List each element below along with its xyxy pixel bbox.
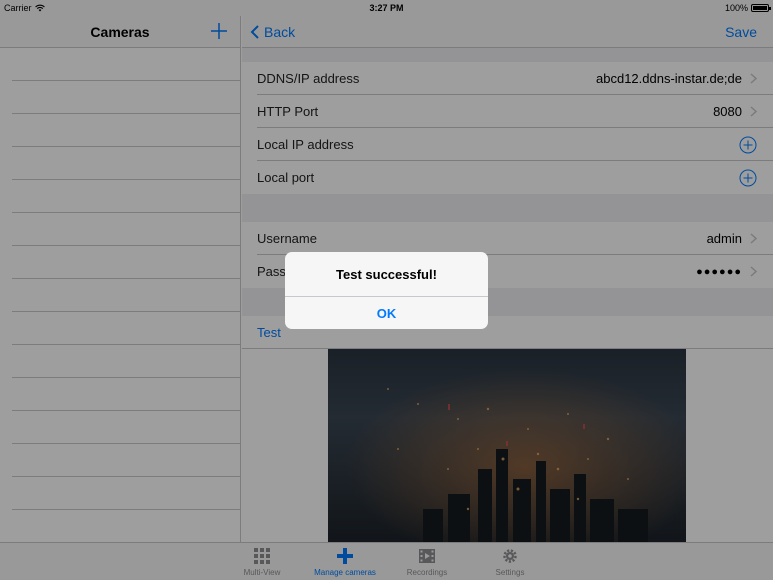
alert-title: Test successful!	[336, 266, 437, 282]
alert-dialog: Test successful! OK	[285, 252, 488, 329]
alert-ok-button[interactable]: OK	[285, 297, 488, 329]
